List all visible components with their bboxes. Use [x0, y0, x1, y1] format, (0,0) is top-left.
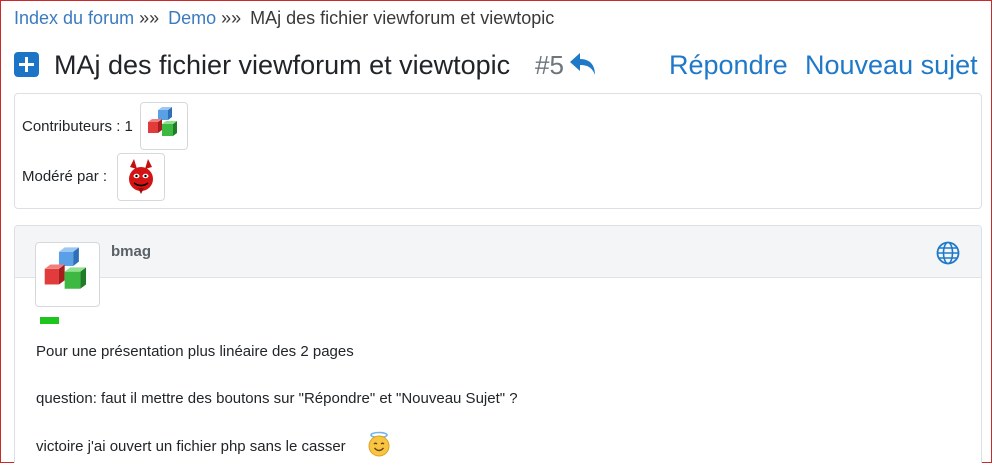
post-author-avatar[interactable]: [35, 242, 100, 307]
moderator-avatar[interactable]: [117, 153, 165, 201]
breadcrumb-separator: »»: [221, 8, 242, 28]
cubes-avatar-icon: [148, 107, 177, 136]
topic-info-panel: Contributeurs : 1 Modéré par :: [14, 93, 982, 209]
page-title: MAj des fichier viewforum et viewtopic: [54, 50, 511, 80]
contributor-avatar[interactable]: [140, 102, 188, 150]
cubes-avatar-icon: [44, 247, 87, 289]
post-header: [15, 226, 981, 278]
contributors-label: Contributeurs : 1: [22, 118, 133, 135]
topic-number: #5: [535, 50, 564, 80]
reply-arrow-icon[interactable]: [568, 49, 598, 79]
post-paragraph: victoire j'ai ouvert un fichier php sans…: [36, 438, 346, 455]
post-paragraph: question: faut il mettre des boutons sur…: [36, 390, 518, 407]
breadcrumb-demo[interactable]: Demo: [168, 8, 216, 28]
post: bmag Pour une présentation plus linéaire…: [14, 225, 982, 463]
breadcrumb-forum-index[interactable]: Index du forum: [14, 8, 134, 28]
new-topic-button[interactable]: Nouveau sujet: [805, 48, 978, 82]
breadcrumb-current: MAj des fichier viewforum et viewtopic: [250, 8, 555, 28]
post-paragraph: Pour une présentation plus linéaire des …: [36, 343, 354, 360]
breadcrumb: Index du forum»» Demo»» MAj des fichier vi…: [14, 7, 554, 29]
post-author-name[interactable]: bmag: [111, 243, 151, 260]
topic-header: MAj des fichier viewforum et viewtopic #…: [14, 47, 982, 83]
moderated-by-label: Modéré par :: [22, 168, 108, 185]
devil-avatar-icon: [129, 159, 153, 194]
online-status-badge: [40, 317, 59, 324]
expand-plus-icon[interactable]: [14, 52, 39, 77]
breadcrumb-separator: »»: [139, 8, 160, 28]
reply-button[interactable]: Répondre: [669, 48, 788, 82]
globe-icon[interactable]: [935, 240, 961, 266]
angel-smiley-icon: [367, 431, 391, 457]
